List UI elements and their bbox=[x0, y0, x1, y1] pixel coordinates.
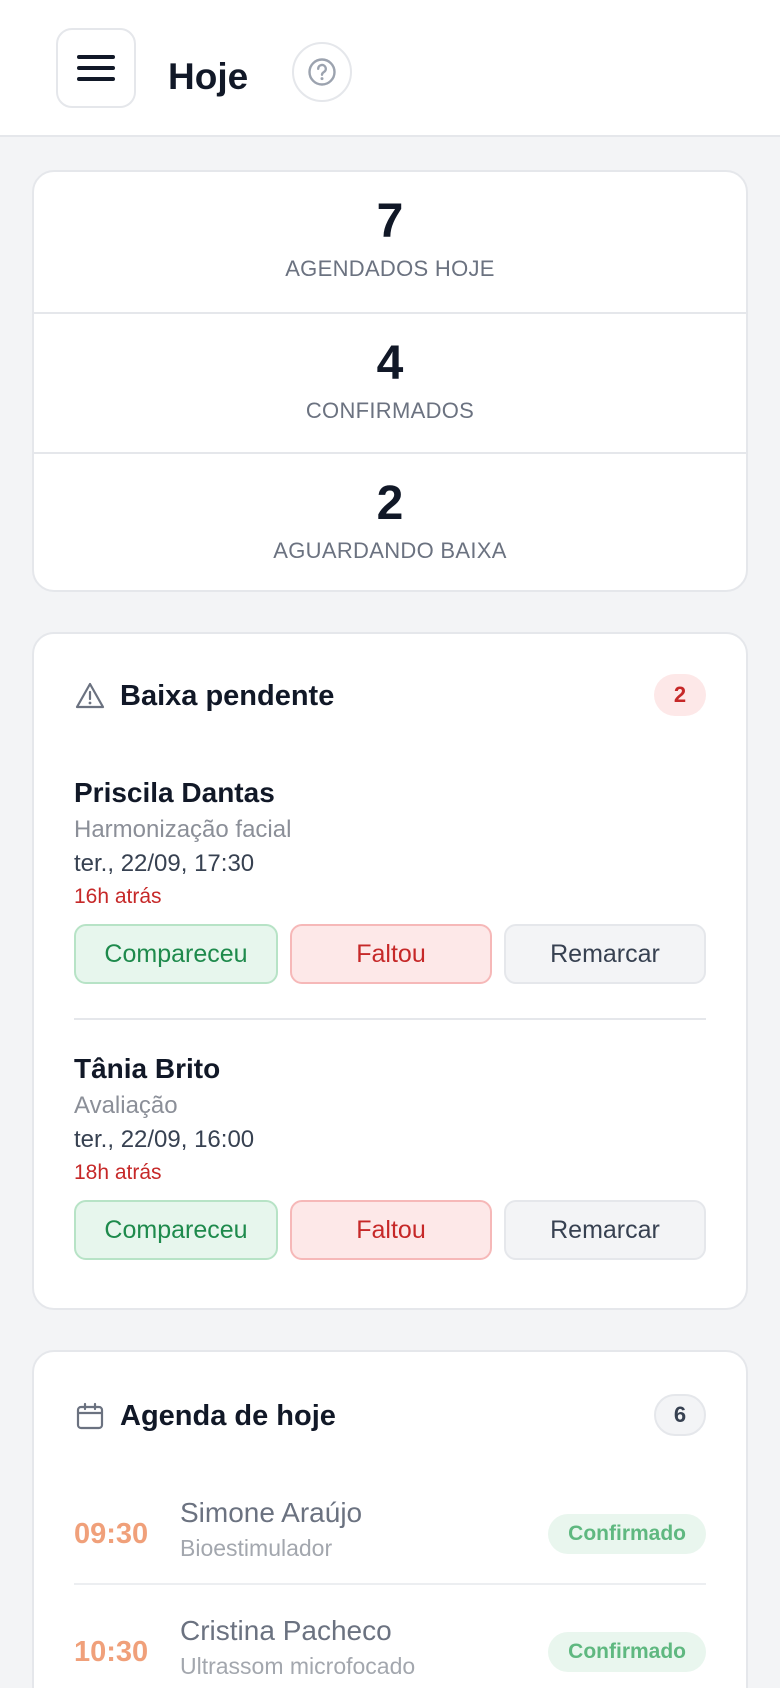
attended-button[interactable]: Compareceu bbox=[74, 1200, 278, 1260]
agenda-header: Agenda de hoje 6 bbox=[74, 1394, 706, 1438]
patient-name: Simone Araújo bbox=[180, 1497, 363, 1528]
page-title: Hoje bbox=[168, 56, 249, 97]
pending-card: Baixa pendente 2 Priscila Dantas Harmoni… bbox=[32, 632, 748, 1310]
appointment-datetime: ter., 22/09, 17:30 bbox=[74, 850, 255, 877]
agenda-count-badge: 6 bbox=[654, 1394, 706, 1436]
pending-item: Priscila Dantas Harmonização facial ter.… bbox=[74, 774, 706, 994]
stat-value: 7 bbox=[376, 195, 404, 248]
time-ago: 16h atrás bbox=[74, 885, 162, 908]
question-circle-icon bbox=[308, 58, 336, 86]
reschedule-button[interactable]: Remarcar bbox=[504, 924, 706, 984]
agenda-row[interactable]: 09:30 Simone Araújo Bioestimulador Confi… bbox=[74, 1476, 706, 1592]
status-badge: Confirmado bbox=[548, 1632, 706, 1672]
reschedule-button[interactable]: Remarcar bbox=[504, 1200, 706, 1260]
stat-value: 2 bbox=[376, 477, 404, 530]
hamburger-icon bbox=[77, 55, 115, 59]
procedure: Ultrassom microfocado bbox=[180, 1653, 416, 1679]
divider bbox=[74, 1583, 706, 1585]
time-ago: 18h atrás bbox=[74, 1161, 162, 1184]
agenda-card: Agenda de hoje 6 09:30 Simone Araújo Bio… bbox=[32, 1350, 748, 1688]
divider bbox=[74, 1018, 706, 1020]
procedure: Bioestimulador bbox=[180, 1535, 333, 1561]
calendar-icon bbox=[76, 1402, 104, 1430]
stat-confirmed: 4 CONFIRMADOS bbox=[34, 312, 746, 452]
appointment-time: 10:30 bbox=[74, 1636, 149, 1668]
missed-button[interactable]: Faltou bbox=[290, 1200, 492, 1260]
warning-triangle-icon bbox=[75, 682, 105, 709]
stats-card: 7 AGENDADOS HOJE 4 CONFIRMADOS 2 AGUARDA… bbox=[32, 170, 748, 592]
stat-value: 4 bbox=[376, 337, 404, 390]
patient-name: Tânia Brito bbox=[74, 1053, 221, 1084]
stat-label: AGENDADOS HOJE bbox=[285, 256, 495, 281]
pending-item: Tânia Brito Avaliação ter., 22/09, 16:00… bbox=[74, 1050, 706, 1270]
menu-button[interactable] bbox=[56, 28, 136, 108]
procedure: Harmonização facial bbox=[74, 816, 292, 843]
appointment-time: 09:30 bbox=[74, 1518, 149, 1550]
top-bar: Hoje bbox=[0, 0, 780, 137]
appointment-datetime: ter., 22/09, 16:00 bbox=[74, 1126, 255, 1153]
agenda-row[interactable]: 10:30 Cristina Pacheco Ultrassom microfo… bbox=[74, 1594, 706, 1688]
patient-name: Cristina Pacheco bbox=[180, 1615, 392, 1646]
pending-title: Baixa pendente bbox=[120, 680, 335, 712]
missed-button[interactable]: Faltou bbox=[290, 924, 492, 984]
stat-awaiting: 2 AGUARDANDO BAIXA bbox=[34, 452, 746, 590]
procedure: Avaliação bbox=[74, 1092, 178, 1119]
status-badge: Confirmado bbox=[548, 1514, 706, 1554]
stat-label: AGUARDANDO BAIXA bbox=[273, 538, 507, 563]
help-button[interactable] bbox=[292, 42, 352, 102]
agenda-title: Agenda de hoje bbox=[120, 1400, 336, 1432]
pending-header: Baixa pendente 2 bbox=[74, 674, 706, 718]
stat-label: CONFIRMADOS bbox=[305, 398, 475, 423]
attended-button[interactable]: Compareceu bbox=[74, 924, 278, 984]
pending-count-badge: 2 bbox=[654, 674, 706, 716]
stat-scheduled-today: 7 AGENDADOS HOJE bbox=[34, 172, 746, 312]
patient-name: Priscila Dantas bbox=[74, 777, 275, 808]
